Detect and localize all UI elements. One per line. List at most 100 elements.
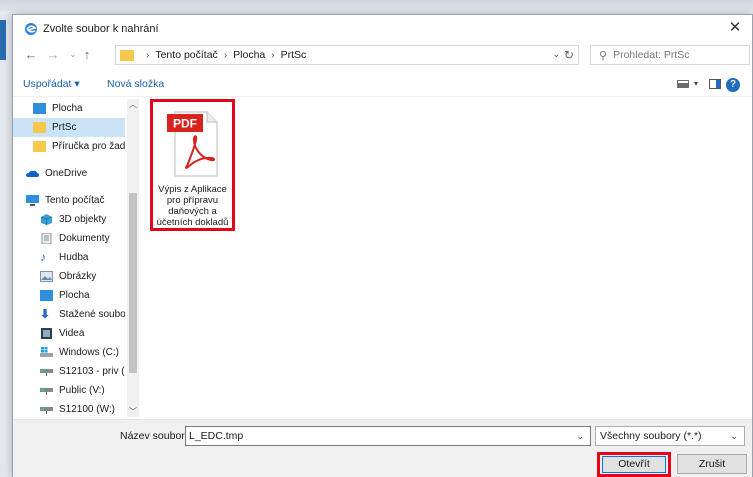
pictures-icon — [40, 271, 53, 282]
open-button[interactable]: Otevřít — [602, 456, 666, 473]
chevron-up-icon[interactable]: ︿ — [127, 99, 139, 110]
sidebar-item-onedrive[interactable]: OneDrive — [13, 164, 125, 183]
refresh-icon[interactable]: ↻ — [561, 47, 577, 63]
pdf-badge-label: PDF — [173, 117, 197, 131]
chevron-down-icon[interactable]: ⌄ — [576, 431, 584, 442]
sidebar-item-windows-c[interactable]: Windows (C:) — [13, 343, 125, 362]
navigation-bar: ← → ⌄ ↑ › Tento počítač › Plocha › PrtSc… — [13, 43, 752, 69]
file-type-filter-value: Všechny soubory (*.*) — [600, 430, 702, 442]
breadcrumb-item[interactable]: PrtSc — [281, 49, 307, 61]
background-window-titlebar — [0, 0, 753, 14]
sidebar-item-label: Příručka pro žad — [52, 141, 125, 152]
search-input[interactable]: ⚲ Prohledat: PrtSc — [590, 45, 750, 65]
scrollbar-thumb[interactable] — [129, 193, 137, 373]
desktop-folder-icon — [33, 103, 46, 114]
sidebar-item-label: 3D objekty — [59, 214, 107, 225]
filename-value: L_EDC.tmp — [189, 430, 244, 442]
cloud-icon — [26, 170, 39, 177]
sidebar-item-prirucka[interactable]: Příručka pro žad — [13, 137, 125, 156]
windows-drive-icon — [40, 347, 53, 357]
arrow-left-icon[interactable]: ← — [23, 47, 39, 63]
background-accent — [0, 20, 6, 60]
file-open-dialog: Zvolte soubor k nahrání ✕ ← → ⌄ ↑ › Tent… — [12, 14, 753, 477]
cancel-button[interactable]: Zrušit — [677, 454, 747, 474]
sidebar-item-label: Stažené soubory — [59, 309, 125, 320]
chevron-down-icon[interactable]: ⌄ — [730, 431, 738, 442]
sidebar-item-dokumenty[interactable]: Dokumenty — [13, 229, 125, 248]
computer-icon — [26, 195, 39, 206]
network-drive-icon — [40, 407, 53, 414]
sidebar-item-label: Dokumenty — [59, 233, 110, 244]
navigation-pane: Plocha PrtSc Příručka pro žad OneDrive T… — [13, 99, 139, 417]
file-item[interactable]: PDF Výpis z Aplikace pro přípravu daňový… — [150, 99, 235, 231]
close-icon[interactable]: ✕ — [726, 19, 744, 37]
download-icon: ⬇ — [40, 307, 51, 321]
sidebar-item-obrazky[interactable]: Obrázky — [13, 267, 125, 286]
open-button-highlight: Otevřít — [597, 452, 671, 477]
sidebar-item-plocha[interactable]: Plocha — [13, 99, 125, 118]
network-drive-icon — [40, 388, 53, 395]
chevron-down-icon[interactable]: ▾ — [694, 79, 698, 88]
folder-icon — [33, 122, 46, 133]
address-bar[interactable]: › Tento počítač › Plocha › PrtSc ⌄ — [115, 45, 579, 65]
sidebar-item-stazene-soubory[interactable]: ⬇ Stažené soubory — [13, 305, 125, 324]
file-name: Výpis z Aplikace pro přípravu daňových a… — [156, 184, 229, 228]
dialog-titlebar: Zvolte soubor k nahrání ✕ — [13, 15, 752, 43]
dialog-title: Zvolte soubor k nahrání — [43, 23, 159, 35]
cube-icon — [40, 214, 53, 225]
sidebar-item-label: Obrázky — [59, 271, 97, 282]
sidebar-item-label: S12100 (W:) — [59, 404, 115, 415]
sidebar-item-label: S12103 - priv (T:) — [59, 366, 125, 377]
sidebar-scrollbar[interactable]: ︿ ﹀ — [127, 99, 139, 417]
video-icon — [41, 328, 52, 339]
pdf-file-icon: PDF — [167, 111, 218, 177]
desktop-folder-icon — [40, 290, 53, 301]
network-drive-icon — [40, 369, 53, 376]
sidebar-item-label: Windows (C:) — [59, 347, 120, 358]
sidebar-item-label: Plocha — [52, 103, 83, 114]
sidebar-item-label: Public (V:) — [59, 385, 105, 396]
help-icon[interactable]: ? — [726, 78, 740, 92]
breadcrumb-separator-icon: › — [146, 49, 150, 61]
sidebar-item-label: OneDrive — [45, 168, 88, 179]
sidebar-item-s12100[interactable]: S12100 (W:) — [13, 400, 125, 417]
sidebar-item-hudba[interactable]: ♪ Hudba — [13, 248, 125, 267]
organize-button[interactable]: Uspořádat ▾ — [23, 78, 80, 90]
filename-label: Název souboru: — [120, 430, 194, 442]
sidebar-item-label: Plocha — [59, 290, 90, 301]
arrow-up-icon[interactable]: ↑ — [79, 47, 95, 63]
sidebar-item-label: Videa — [59, 328, 85, 339]
sidebar-item-label: Hudba — [59, 252, 89, 263]
sidebar-item-s12103[interactable]: S12103 - priv (T:) — [13, 362, 125, 381]
command-toolbar: Uspořádat ▾ Nová složka ▾ ? — [13, 73, 752, 97]
folder-icon — [120, 49, 134, 61]
chevron-down-icon[interactable]: ⌄ — [552, 49, 560, 60]
sidebar-item-prtsc[interactable]: PrtSc — [13, 118, 125, 137]
music-icon: ♪ — [40, 250, 46, 264]
sidebar-item-label: PrtSc — [52, 122, 77, 133]
file-list: PDF Výpis z Aplikace pro přípravu daňový… — [141, 99, 752, 417]
breadcrumb-item[interactable]: Tento počítač — [155, 49, 217, 61]
sidebar-item-videa[interactable]: Videa — [13, 324, 125, 343]
chevron-down-icon[interactable]: ﹀ — [127, 406, 139, 417]
view-options-icon[interactable] — [677, 79, 689, 89]
search-placeholder: Prohledat: PrtSc — [613, 49, 690, 61]
arrow-right-icon[interactable]: → — [45, 47, 61, 63]
browser-app-icon — [25, 23, 37, 35]
new-folder-button[interactable]: Nová složka — [107, 78, 164, 90]
document-icon — [41, 233, 52, 244]
sidebar-item-label: Tento počítač — [45, 195, 105, 206]
sidebar-item-tento-pocitac[interactable]: Tento počítač — [13, 191, 125, 210]
sidebar-item-plocha-2[interactable]: Plocha — [13, 286, 125, 305]
folder-icon — [33, 141, 46, 152]
file-type-filter[interactable]: Všechny soubory (*.*) ⌄ — [595, 426, 745, 446]
breadcrumb-separator-icon: › — [223, 49, 228, 61]
breadcrumb-item[interactable]: Plocha — [233, 49, 265, 61]
preview-pane-icon[interactable] — [709, 79, 721, 89]
dialog-footer: Název souboru: L_EDC.tmp ⌄ Všechny soubo… — [13, 419, 752, 477]
filename-input[interactable]: L_EDC.tmp ⌄ — [185, 426, 591, 446]
breadcrumb-separator-icon: › — [271, 49, 275, 61]
sidebar-item-public-v[interactable]: Public (V:) — [13, 381, 125, 400]
search-icon: ⚲ — [599, 49, 608, 62]
sidebar-item-3d-objekty[interactable]: 3D objekty — [13, 210, 125, 229]
